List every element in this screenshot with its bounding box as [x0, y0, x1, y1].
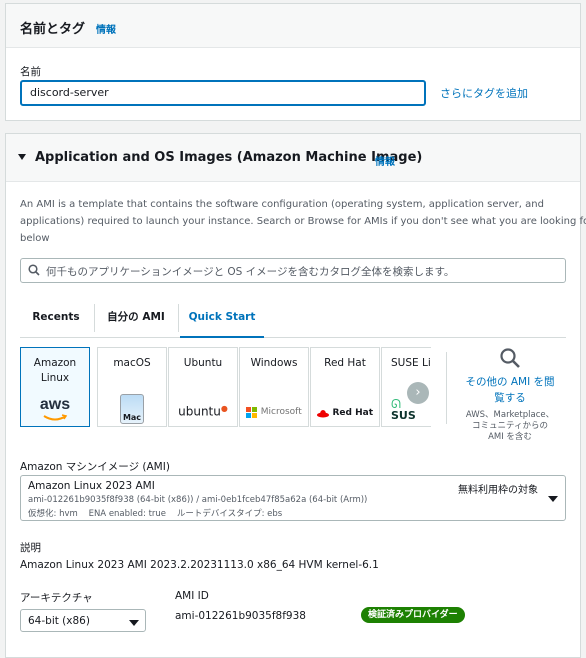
ubuntu-logo-icon: ubuntu● [178, 404, 228, 419]
os-card-windows[interactable]: Windows Microsoft [239, 347, 309, 427]
ami-ids: ami-012261b9035f8f938 (64-bit (x86)) / a… [28, 495, 368, 505]
tab-divider [94, 304, 95, 332]
browse-more-amis-link[interactable]: その他の AMI を閲 覧する [454, 374, 566, 406]
panel-title: 名前とタグ [20, 22, 86, 37]
os-card-ubuntu[interactable]: Ubuntu ubuntu● [168, 347, 238, 427]
os-card-amazon-linux[interactable]: Amazon Linux aws [20, 347, 90, 427]
ami-details: 仮想化: hvm ENA enabled: true ルートデバイスタイプ: e… [28, 509, 283, 519]
mac-logo-icon: Mac [98, 394, 166, 426]
ami-name: Amazon Linux 2023 AMI [28, 480, 155, 492]
description-line: below [20, 233, 50, 244]
cards-divider [446, 352, 447, 424]
os-card-label: Red Hat [324, 357, 366, 369]
os-card-label: SUSE Li [391, 357, 431, 369]
os-card-suse[interactable]: SUSE Li ᘏ SUS › [381, 347, 431, 427]
collapse-caret-icon[interactable] [17, 152, 27, 165]
tab-recents[interactable]: Recents [20, 298, 92, 338]
info-link[interactable]: 情報 [375, 153, 395, 168]
name-and-tags-panel: 名前とタグ 情報 名前 discord-server さらにタグを追加 [5, 3, 581, 121]
panel-title: Application and OS Images (Amazon Machin… [35, 150, 423, 165]
ami-panel: Application and OS Images (Amazon Machin… [5, 133, 586, 658]
architecture-value: 64-bit (x86) [28, 615, 90, 627]
redhat-logo-icon: Red Hat [311, 406, 379, 419]
os-card-redhat[interactable]: Red Hat Red Hat [310, 347, 380, 427]
verified-provider-badge: 検証済みプロバイダー [361, 607, 465, 623]
browse-more-amis[interactable]: その他の AMI を閲 覧する AWS、Marketplace、 コミュニティか… [454, 347, 566, 447]
panel-header[interactable]: Application and OS Images (Amazon Machin… [6, 134, 580, 182]
name-input-value: discord-server [30, 86, 109, 99]
search-icon [28, 264, 40, 279]
search-icon [454, 347, 566, 372]
name-label: 名前 [20, 66, 41, 78]
name-input[interactable]: discord-server [20, 80, 426, 106]
architecture-label: アーキテクチャ [20, 592, 93, 604]
ami-select[interactable]: Amazon Linux 2023 AMI ami-012261b9035f8f… [20, 475, 566, 521]
search-placeholder: 何千ものアプリケーションイメージと OS イメージを含むカタログ全体を検索します… [46, 266, 455, 278]
ami-description: An AMI is a template that contains the s… [20, 196, 586, 247]
architecture-select[interactable]: 64-bit (x86) [20, 609, 146, 632]
info-link[interactable]: 情報 [96, 21, 116, 36]
description-line: applications) required to launch your in… [20, 216, 586, 227]
description-label: 説明 [20, 542, 41, 554]
os-card-macos[interactable]: macOS Mac [97, 347, 167, 427]
ami-search-input[interactable]: 何千ものアプリケーションイメージと OS イメージを含むカタログ全体を検索します… [20, 258, 566, 283]
panel-header: 名前とタグ 情報 [6, 4, 580, 48]
aws-logo-icon: aws [21, 397, 89, 425]
os-card-label: Ubuntu [183, 357, 223, 369]
os-card-label: Windows [250, 357, 298, 369]
ami-id-value: ami-012261b9035f8f938 [175, 610, 306, 622]
tab-divider [178, 304, 179, 332]
dropdown-caret-icon [548, 493, 558, 506]
free-tier-label: 無料利用枠の対象 [458, 485, 538, 496]
ami-select-label: Amazon マシンイメージ (AMI) [20, 461, 170, 473]
os-card-label: macOS [113, 357, 151, 369]
ami-id-label: AMI ID [175, 590, 209, 602]
microsoft-logo-icon: Microsoft [240, 405, 308, 418]
description-value: Amazon Linux 2023 AMI 2023.2.20231113.0 … [20, 559, 379, 571]
description-line: An AMI is a template that contains the s… [20, 199, 544, 210]
os-card-label: Amazon Linux [33, 357, 77, 384]
add-tags-link[interactable]: さらにタグを追加 [440, 85, 528, 101]
tab-my-amis[interactable]: 自分の AMI [96, 298, 176, 338]
scroll-right-button[interactable]: › [407, 382, 429, 404]
dropdown-caret-icon [129, 617, 139, 630]
tab-quick-start[interactable]: Quick Start [180, 298, 264, 338]
ami-tabs: Recents 自分の AMI Quick Start [20, 298, 566, 338]
browse-more-amis-subtext: AWS、Marketplace、 コミュニティからの AMI を含む [465, 410, 555, 442]
